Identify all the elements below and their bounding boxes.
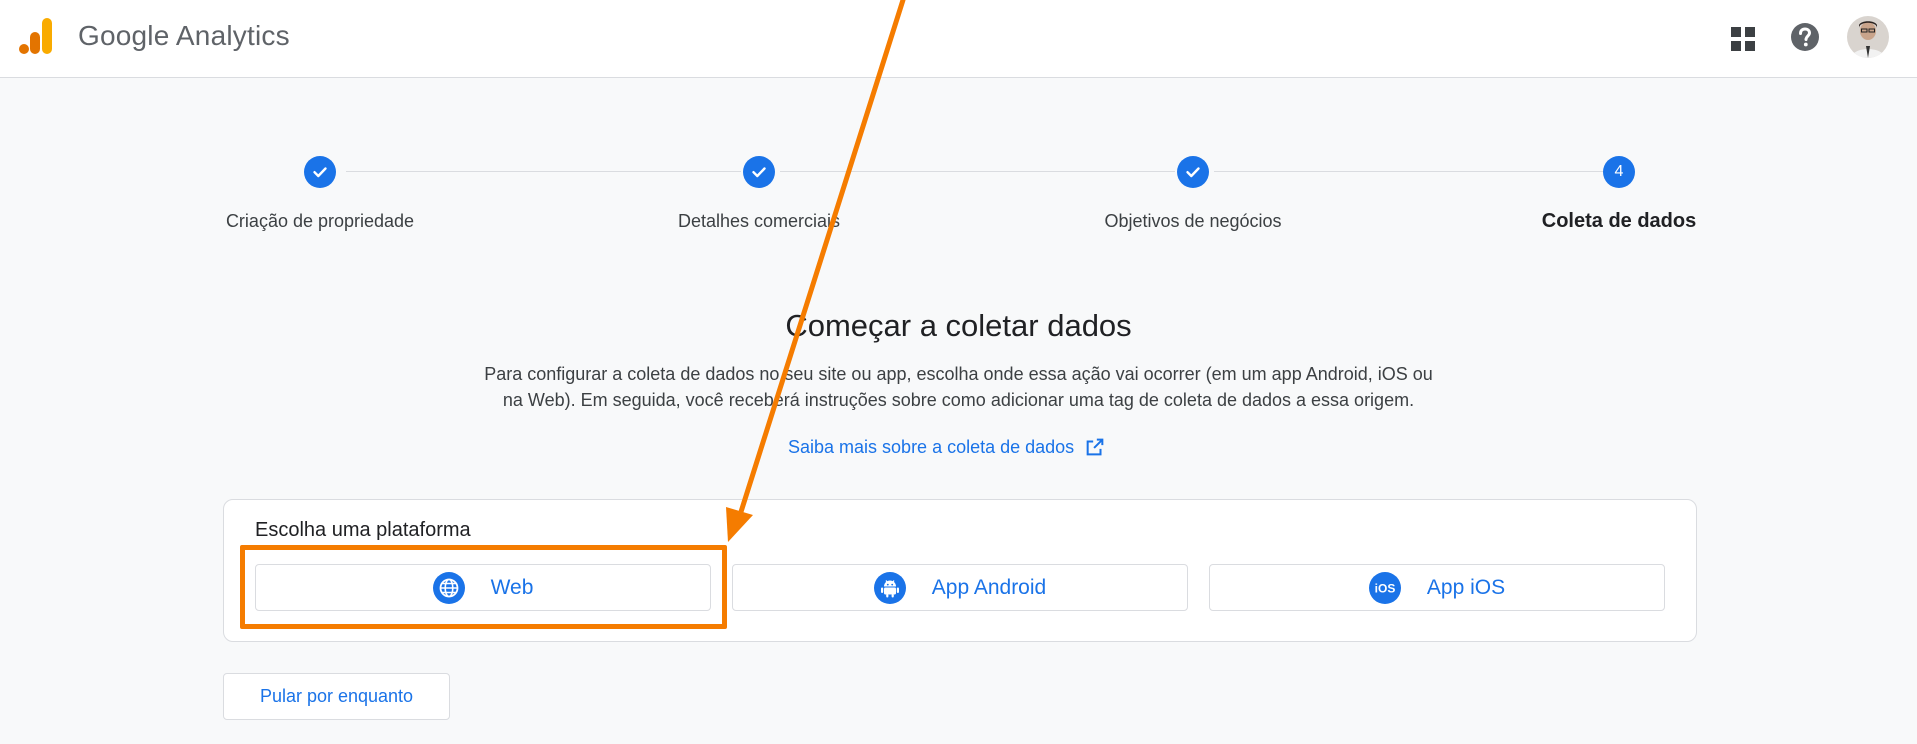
card-title: Escolha uma plataforma [255,519,471,541]
platform-label: App Android [931,575,1047,599]
skip-for-now-button[interactable]: Pular por enquanto [223,673,450,720]
platform-label: App iOS [1426,575,1506,599]
check-icon [313,167,327,178]
learn-more-link[interactable]: Saiba mais sobre a coleta de dados [788,436,1106,458]
learn-more-label: Saiba mais sobre a coleta de dados [788,436,1075,457]
account-avatar[interactable] [1847,16,1889,58]
platform-chooser-card: Escolha uma plataforma Web App Android i… [223,499,1697,642]
check-icon [1186,167,1200,178]
step-3-complete [1177,156,1209,188]
step-label-current: Coleta de dados [1541,210,1697,232]
stepper-connector [780,171,1175,172]
step-label: Objetivos de negócios [1104,211,1282,231]
platform-ios-button[interactable]: iOS App iOS [1209,564,1665,611]
platform-android-button[interactable]: App Android [732,564,1188,611]
description-line: Para configurar a coleta de dados no seu… [484,364,1433,384]
android-icon [873,571,906,604]
step-4-current: 4 [1603,156,1635,188]
google-analytics-logo-icon [19,18,52,54]
apps-grid-icon[interactable] [1728,24,1758,54]
stepper-connector [346,171,741,172]
top-app-bar: Google Analytics [0,0,1917,78]
platform-label: Web [490,575,534,599]
help-icon[interactable] [1789,21,1821,53]
avatar-photo-icon [1847,16,1889,58]
step-1-complete [304,156,336,188]
step-label: Detalhes comerciais [677,211,841,231]
globe-icon [432,571,465,604]
open-in-new-icon [1086,438,1104,456]
step-label: Criação de propriedade [225,211,415,231]
ios-icon: iOS [1368,571,1401,604]
page-description: Para configurar a coleta de dados no seu… [430,361,1487,413]
check-icon [752,167,766,178]
description-line: na Web). Em seguida, você receberá instr… [502,390,1415,410]
page-title: Começar a coletar dados [785,308,1132,343]
stepper-connector [1214,171,1604,172]
step-2-complete [743,156,775,188]
svg-text:iOS: iOS [1375,581,1396,595]
product-name: Google Analytics [78,20,290,51]
step-number: 4 [1614,163,1624,180]
platform-web-button[interactable]: Web [255,564,711,611]
